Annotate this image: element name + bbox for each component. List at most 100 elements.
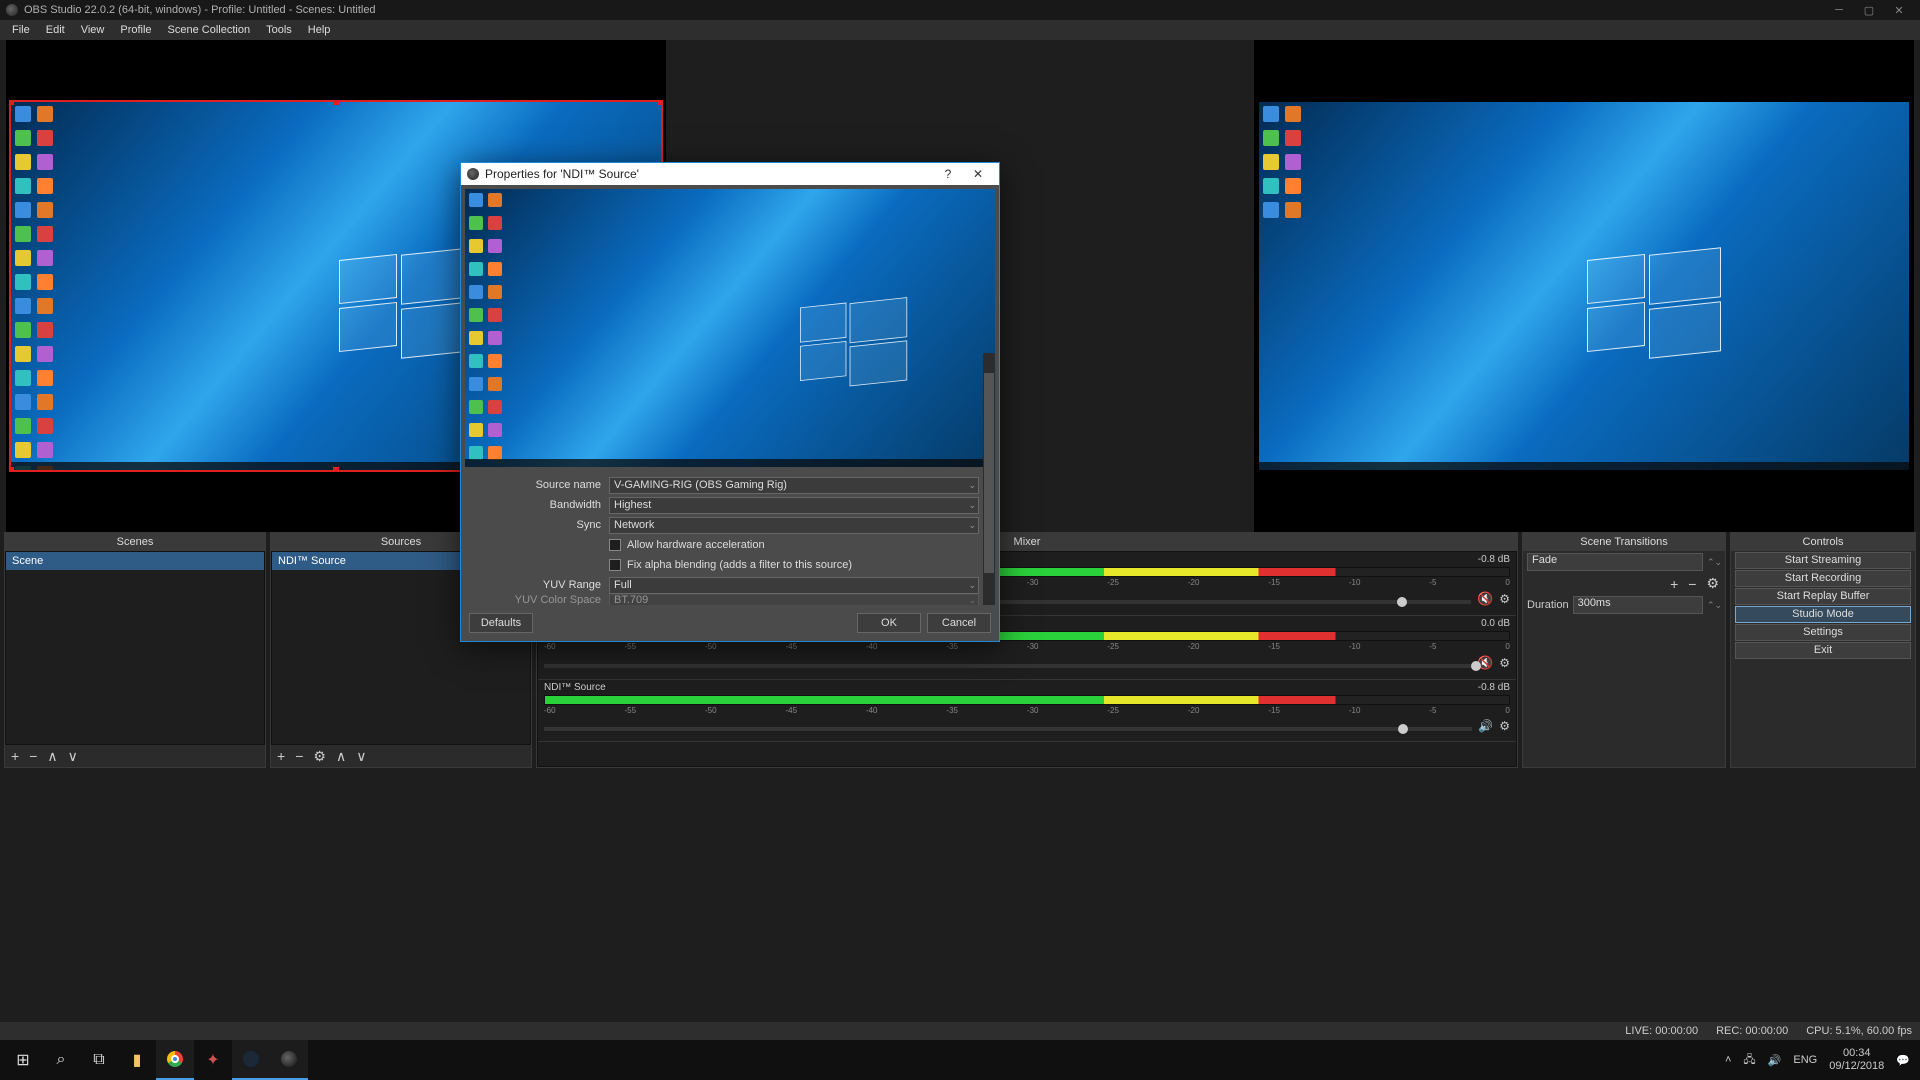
transition-select[interactable]: Fade [1527, 553, 1703, 571]
windows-logo [1587, 257, 1727, 357]
volume-meter [544, 695, 1510, 705]
tray-volume-icon[interactable]: 🔊 [1768, 1054, 1782, 1067]
yuv-range-select[interactable]: Full⌄ [609, 577, 979, 594]
preview-program[interactable] [1254, 40, 1914, 532]
source-settings-button[interactable]: ⚙ [313, 748, 326, 765]
sync-select[interactable]: Network⌄ [609, 517, 979, 534]
dialog-title-text: Properties for 'NDI™ Source' [485, 167, 639, 181]
menu-help[interactable]: Help [300, 22, 339, 38]
dialog-close-button[interactable]: ✕ [963, 167, 993, 181]
file-explorer-icon[interactable]: ▮ [118, 1040, 156, 1080]
alpha-blend-label: Fix alpha blending (adds a filter to thi… [627, 559, 852, 571]
menu-profile[interactable]: Profile [112, 22, 159, 38]
hw-accel-label: Allow hardware acceleration [627, 539, 765, 551]
cancel-button[interactable]: Cancel [927, 613, 991, 633]
track-db: -0.8 dB [1478, 682, 1510, 693]
control-start-streaming[interactable]: Start Streaming [1735, 552, 1911, 569]
menu-file[interactable]: File [4, 22, 38, 38]
gear-icon[interactable]: ⚙ [1499, 592, 1510, 606]
gear-icon[interactable]: ⚙ [1499, 656, 1510, 670]
transition-settings-button[interactable]: ⚙ [1706, 575, 1719, 592]
speaker-icon[interactable]: 🔊 [1478, 719, 1493, 733]
status-cpu: CPU: 5.1%, 60.00 fps [1806, 1025, 1912, 1037]
scenes-list[interactable]: Scene [5, 551, 265, 745]
obs-icon [6, 4, 18, 16]
sync-label: Sync [491, 519, 609, 531]
scenes-dock: Scenes Scene + − ∧ ∨ [4, 532, 266, 768]
yuv-color-select[interactable]: BT.709⌄ [609, 595, 979, 605]
menu-view[interactable]: View [73, 22, 113, 38]
maximize-button[interactable]: ▢ [1854, 0, 1884, 20]
bandwidth-select[interactable]: Highest⌄ [609, 497, 979, 514]
menu-scene-collection[interactable]: Scene Collection [160, 22, 259, 38]
minimize-button[interactable]: ─ [1824, 0, 1854, 20]
remove-scene-button[interactable]: − [29, 748, 37, 764]
task-view-icon[interactable]: ⧉ [80, 1040, 118, 1080]
titlebar: OBS Studio 22.0.2 (64-bit, windows) - Pr… [0, 0, 1920, 20]
steam-icon[interactable] [232, 1040, 270, 1080]
duration-input[interactable]: 300ms [1573, 596, 1703, 614]
bandwidth-label: Bandwidth [491, 499, 609, 511]
obs-taskbar-icon[interactable] [270, 1040, 308, 1080]
windows-logo [339, 257, 479, 357]
tray-network-icon[interactable]: 🖧 [1743, 1051, 1755, 1070]
track-name: NDI™ Source [544, 682, 606, 693]
status-live: LIVE: 00:00:00 [1625, 1025, 1698, 1037]
menu-tools[interactable]: Tools [258, 22, 300, 38]
source-up-button[interactable]: ∧ [336, 748, 346, 765]
dialog-help-button[interactable]: ? [933, 167, 963, 181]
window-title: OBS Studio 22.0.2 (64-bit, windows) - Pr… [24, 4, 376, 16]
track-db: -0.8 dB [1478, 554, 1510, 565]
hw-accel-checkbox[interactable] [609, 539, 621, 551]
volume-slider[interactable] [544, 664, 1471, 668]
add-source-button[interactable]: + [277, 748, 285, 764]
control-settings[interactable]: Settings [1735, 624, 1911, 641]
yuv-range-label: YUV Range [491, 579, 609, 591]
track-db: 0.0 dB [1481, 618, 1510, 629]
start-button[interactable]: ⊞ [4, 1040, 42, 1080]
duration-label: Duration [1527, 599, 1569, 611]
menu-edit[interactable]: Edit [38, 22, 73, 38]
add-scene-button[interactable]: + [11, 748, 19, 764]
control-start-replay-buffer[interactable]: Start Replay Buffer [1735, 588, 1911, 605]
status-bar: LIVE: 00:00:00 REC: 00:00:00 CPU: 5.1%, … [0, 1022, 1920, 1040]
obs-icon [467, 168, 479, 180]
chrome-icon[interactable] [156, 1040, 194, 1080]
app-icon-1[interactable]: ✦ [194, 1040, 232, 1080]
ok-button[interactable]: OK [857, 613, 921, 633]
preview-program-canvas [1259, 102, 1909, 470]
scenes-title: Scenes [5, 533, 265, 551]
controls-dock: Controls Start StreamingStart RecordingS… [1730, 532, 1916, 768]
control-studio-mode[interactable]: Studio Mode [1735, 606, 1911, 623]
yuv-color-label: YUV Color Space [491, 595, 609, 605]
tray-chevron-icon[interactable]: ˄ [1725, 1054, 1731, 1066]
volume-slider[interactable] [544, 727, 1472, 731]
gear-icon[interactable]: ⚙ [1499, 719, 1510, 733]
alpha-blend-checkbox[interactable] [609, 559, 621, 571]
dialog-scrollbar[interactable] [983, 353, 995, 605]
remove-source-button[interactable]: − [295, 748, 303, 764]
control-start-recording[interactable]: Start Recording [1735, 570, 1911, 587]
scene-down-button[interactable]: ∨ [68, 748, 78, 765]
dialog-preview [465, 189, 995, 467]
transition-add-button[interactable]: + [1670, 576, 1678, 592]
dialog-titlebar[interactable]: Properties for 'NDI™ Source' ? ✕ [461, 163, 999, 185]
tray-lang[interactable]: ENG [1793, 1054, 1817, 1066]
controls-title: Controls [1731, 533, 1915, 551]
properties-dialog: Properties for 'NDI™ Source' ? ✕ Source … [460, 162, 1000, 642]
mute-icon[interactable]: 🔇 [1477, 591, 1493, 607]
close-button[interactable]: ✕ [1884, 0, 1914, 20]
transitions-dock: Scene Transitions Fade ⌃⌄ + − ⚙ Duration… [1522, 532, 1726, 768]
transition-remove-button[interactable]: − [1688, 576, 1696, 592]
source-down-button[interactable]: ∨ [356, 748, 366, 765]
menubar: File Edit View Profile Scene Collection … [0, 20, 1920, 40]
control-exit[interactable]: Exit [1735, 642, 1911, 659]
tray-notifications-icon[interactable]: 💬 [1896, 1054, 1910, 1067]
source-name-label: Source name [491, 479, 609, 491]
search-icon[interactable]: ⌕ [42, 1040, 80, 1080]
defaults-button[interactable]: Defaults [469, 613, 533, 633]
source-name-select[interactable]: V-GAMING-RIG (OBS Gaming Rig)⌄ [609, 477, 979, 494]
scene-up-button[interactable]: ∧ [47, 748, 57, 765]
scene-item[interactable]: Scene [6, 552, 264, 570]
tray-clock[interactable]: 00:3409/12/2018 [1829, 1047, 1884, 1073]
